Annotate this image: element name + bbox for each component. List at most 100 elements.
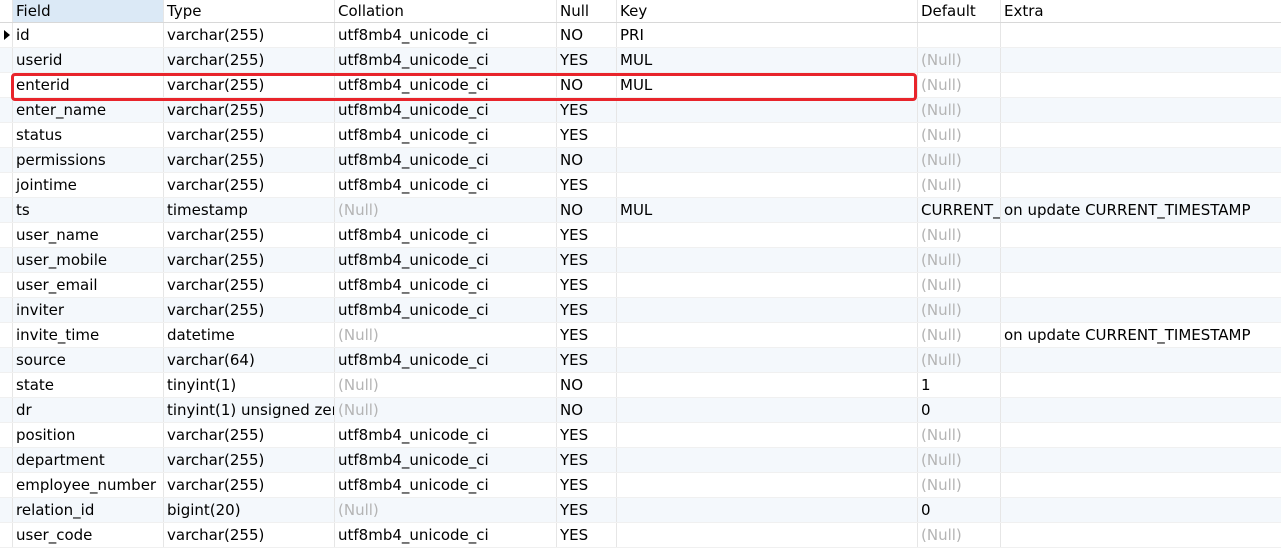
field-cell[interactable]: user_email [13,273,164,297]
field-cell[interactable]: invite_time [13,323,164,347]
default-cell[interactable]: (Null) [918,423,1001,447]
table-row[interactable]: tstimestamp(Null)NOMULCURRENT_TIMESTAMPo… [0,198,1281,223]
null-cell[interactable]: YES [557,173,617,197]
type-cell[interactable]: varchar(255) [164,448,335,472]
default-cell[interactable] [918,23,1001,47]
null-cell[interactable]: NO [557,373,617,397]
field-cell[interactable]: id [13,23,164,47]
field-cell[interactable]: department [13,448,164,472]
table-row[interactable]: user_email varchar(255) utf8mb4_unicode_ci… [0,273,1281,298]
field-cell[interactable]: dr [13,398,164,422]
collation-cell[interactable]: (Null) [335,398,557,422]
default-cell[interactable]: (Null) [918,123,1001,147]
default-cell[interactable]: (Null) [918,173,1001,197]
field-cell[interactable]: user_name [13,223,164,247]
key-cell[interactable] [617,148,918,172]
row-indicator-cell[interactable] [0,23,13,47]
collation-cell[interactable]: utf8mb4_unicode_ci [335,148,557,172]
field-cell[interactable]: enterid [13,73,164,97]
extra-cell[interactable] [1001,448,1281,472]
type-cell[interactable]: varchar(255) [164,148,335,172]
extra-cell[interactable] [1001,73,1281,97]
key-cell[interactable] [617,298,918,322]
type-cell[interactable]: varchar(255) [164,223,335,247]
extra-cell[interactable]: on update CURRENT_TIMESTAMP [1001,323,1281,347]
type-cell[interactable]: varchar(255) [164,173,335,197]
default-cell[interactable]: (Null) [918,473,1001,497]
extra-cell[interactable] [1001,348,1281,372]
null-cell[interactable]: NO [557,198,617,222]
type-cell[interactable]: varchar(255) [164,23,335,47]
default-cell[interactable]: (Null) [918,298,1001,322]
default-cell[interactable]: (Null) [918,248,1001,272]
row-indicator-cell[interactable] [0,498,13,522]
row-indicator-cell[interactable] [0,423,13,447]
row-indicator-cell[interactable] [0,123,13,147]
collation-cell[interactable]: utf8mb4_unicode_ci [335,173,557,197]
type-cell[interactable]: timestamp [164,198,335,222]
key-cell[interactable] [617,123,918,147]
collation-cell[interactable]: (Null) [335,373,557,397]
collation-cell[interactable]: utf8mb4_unicode_ci [335,448,557,472]
table-row[interactable]: userid varchar(255) utf8mb4_unicode_ci YES M… [0,48,1281,73]
type-cell[interactable]: tinyint(1) unsigned zerofill [164,398,335,422]
extra-cell[interactable] [1001,248,1281,272]
collation-cell[interactable]: (Null) [335,198,557,222]
default-cell[interactable]: 0 [918,398,1001,422]
type-cell[interactable]: tinyint(1) [164,373,335,397]
extra-cell[interactable] [1001,273,1281,297]
extra-cell[interactable] [1001,123,1281,147]
table-row[interactable]: employee_number varchar(255) utf8mb4_unico… [0,473,1281,498]
collation-cell[interactable]: utf8mb4_unicode_ci [335,473,557,497]
extra-cell[interactable]: on update CURRENT_TIMESTAMP [1001,198,1281,222]
extra-cell[interactable] [1001,373,1281,397]
table-row[interactable]: invite_time datetime (Null) YES (Null) on upd… [0,323,1281,348]
column-header-field[interactable]: Field [13,0,164,22]
null-cell[interactable]: YES [557,473,617,497]
table-row[interactable]: state tinyint(1) (Null) NO 1 [0,373,1281,398]
default-cell[interactable]: (Null) [918,448,1001,472]
column-header-collation[interactable]: Collation [335,0,557,22]
type-cell[interactable]: varchar(64) [164,348,335,372]
collation-cell[interactable]: utf8mb4_unicode_ci [335,123,557,147]
collation-cell[interactable]: utf8mb4_unicode_ci [335,423,557,447]
collation-cell[interactable]: utf8mb4_unicode_ci [335,73,557,97]
row-indicator-cell[interactable] [0,198,13,222]
default-cell[interactable]: (Null) [918,73,1001,97]
type-cell[interactable]: varchar(255) [164,123,335,147]
default-cell[interactable]: (Null) [918,523,1001,547]
null-cell[interactable]: YES [557,98,617,122]
field-cell[interactable]: source [13,348,164,372]
null-cell[interactable]: YES [557,48,617,72]
collation-cell[interactable]: utf8mb4_unicode_ci [335,523,557,547]
key-cell[interactable] [617,373,918,397]
default-cell[interactable]: (Null) [918,323,1001,347]
field-cell[interactable]: ts [13,198,164,222]
key-cell[interactable] [617,448,918,472]
key-cell[interactable] [617,473,918,497]
key-cell[interactable] [617,248,918,272]
row-indicator-cell[interactable] [0,448,13,472]
default-cell[interactable]: CURRENT_TIMESTAMP [918,198,1001,222]
table-row[interactable]: position varchar(255) utf8mb4_unicode_ci YE… [0,423,1281,448]
extra-cell[interactable] [1001,423,1281,447]
key-cell[interactable]: PRI [617,23,918,47]
field-cell[interactable]: status [13,123,164,147]
field-cell[interactable]: user_mobile [13,248,164,272]
column-header-type[interactable]: Type [164,0,335,22]
type-cell[interactable]: bigint(20) [164,498,335,522]
null-cell[interactable]: NO [557,73,617,97]
null-cell[interactable]: YES [557,498,617,522]
extra-cell[interactable] [1001,48,1281,72]
row-indicator-cell[interactable] [0,273,13,297]
key-cell[interactable]: MUL [617,198,918,222]
column-header-key[interactable]: Key [617,0,918,22]
default-cell[interactable]: 0 [918,498,1001,522]
row-indicator-cell[interactable] [0,48,13,72]
extra-cell[interactable] [1001,498,1281,522]
column-header-default[interactable]: Default [918,0,1001,22]
key-cell[interactable] [617,398,918,422]
null-cell[interactable]: NO [557,148,617,172]
row-indicator-cell[interactable] [0,298,13,322]
field-cell[interactable]: permissions [13,148,164,172]
